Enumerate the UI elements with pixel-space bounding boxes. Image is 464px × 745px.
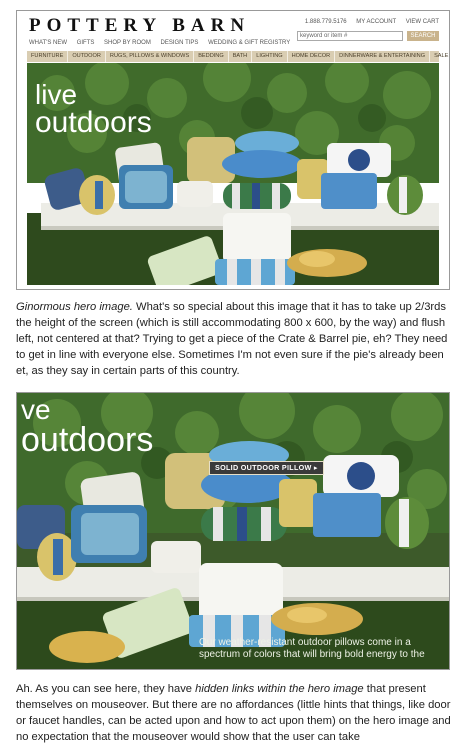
category-furniture[interactable]: FURNITURE [27, 51, 69, 62]
my-account-link[interactable]: MY ACCOUNT [356, 19, 396, 25]
nav-design-tips[interactable]: DESIGN TIPS [161, 40, 199, 46]
category-bar: FURNITURE OUTDOOR RUGS, PILLOWS & WINDOW… [27, 51, 448, 62]
view-cart-link[interactable]: VIEW CART [406, 19, 439, 25]
utility-links: 1.888.779.5176 MY ACCOUNT VIEW CART [297, 19, 439, 25]
hero-headline: ve outdoors [21, 395, 154, 459]
category-bath[interactable]: BATH [229, 51, 253, 62]
screenshot-hero-closeup: ve outdoors SOLID OUTDOOR PILLOW ▸ Our w… [16, 392, 450, 670]
category-lighting[interactable]: LIGHTING [252, 51, 288, 62]
hero-word-outdoors: outdoors [21, 421, 154, 459]
nav-whats-new[interactable]: WHAT'S NEW [29, 40, 67, 46]
caption-pre: Ah. As you can see here, they have [16, 683, 196, 695]
hero-word-live: live [35, 79, 78, 110]
caption-hidden-links: Ah. As you can see here, they have hidde… [16, 681, 456, 745]
nav-shop-by-room[interactable]: SHOP BY ROOM [104, 40, 151, 46]
search-button[interactable]: SEARCH [407, 31, 439, 41]
category-bedding[interactable]: BEDDING [194, 51, 229, 62]
phone-number: 1.888.779.5176 [304, 19, 347, 25]
category-outdoor[interactable]: OUTDOOR [68, 51, 106, 62]
hero-image[interactable]: live outdoors [27, 63, 439, 285]
category-sale[interactable]: SALE [430, 51, 449, 62]
top-nav: WHAT'S NEW GIFTS SHOP BY ROOM DESIGN TIP… [29, 40, 298, 46]
hero-headline: live outdoors [35, 79, 152, 139]
category-home-decor[interactable]: HOME DECOR [288, 51, 336, 62]
screenshot-homepage: POTTERY BARN 1.888.779.5176 MY ACCOUNT V… [16, 10, 450, 290]
brand-logo[interactable]: POTTERY BARN [29, 15, 250, 37]
search-input[interactable]: keyword or item # [297, 31, 403, 41]
hero-promo-text: Our weather-resistant outdoor pillows co… [199, 637, 425, 660]
caption-hero-critique: Ginormous hero image. What's so special … [16, 299, 456, 379]
caption-emphasis: Ginormous hero image. [16, 301, 133, 313]
site-header: POTTERY BARN 1.888.779.5176 MY ACCOUNT V… [17, 11, 449, 63]
hero-word-outdoors: outdoors [35, 106, 152, 139]
hidden-product-link[interactable]: SOLID OUTDOOR PILLOW ▸ [209, 461, 324, 475]
caption-emphasis: hidden links within the hero image [195, 683, 364, 695]
category-rugs-pillows-windows[interactable]: RUGS, PILLOWS & WINDOWS [106, 51, 195, 62]
nav-wedding-registry[interactable]: WEDDING & GIFT REGISTRY [208, 40, 290, 46]
nav-gifts[interactable]: GIFTS [77, 40, 95, 46]
category-dinnerware[interactable]: DINNERWARE & ENTERTAINING [335, 51, 431, 62]
